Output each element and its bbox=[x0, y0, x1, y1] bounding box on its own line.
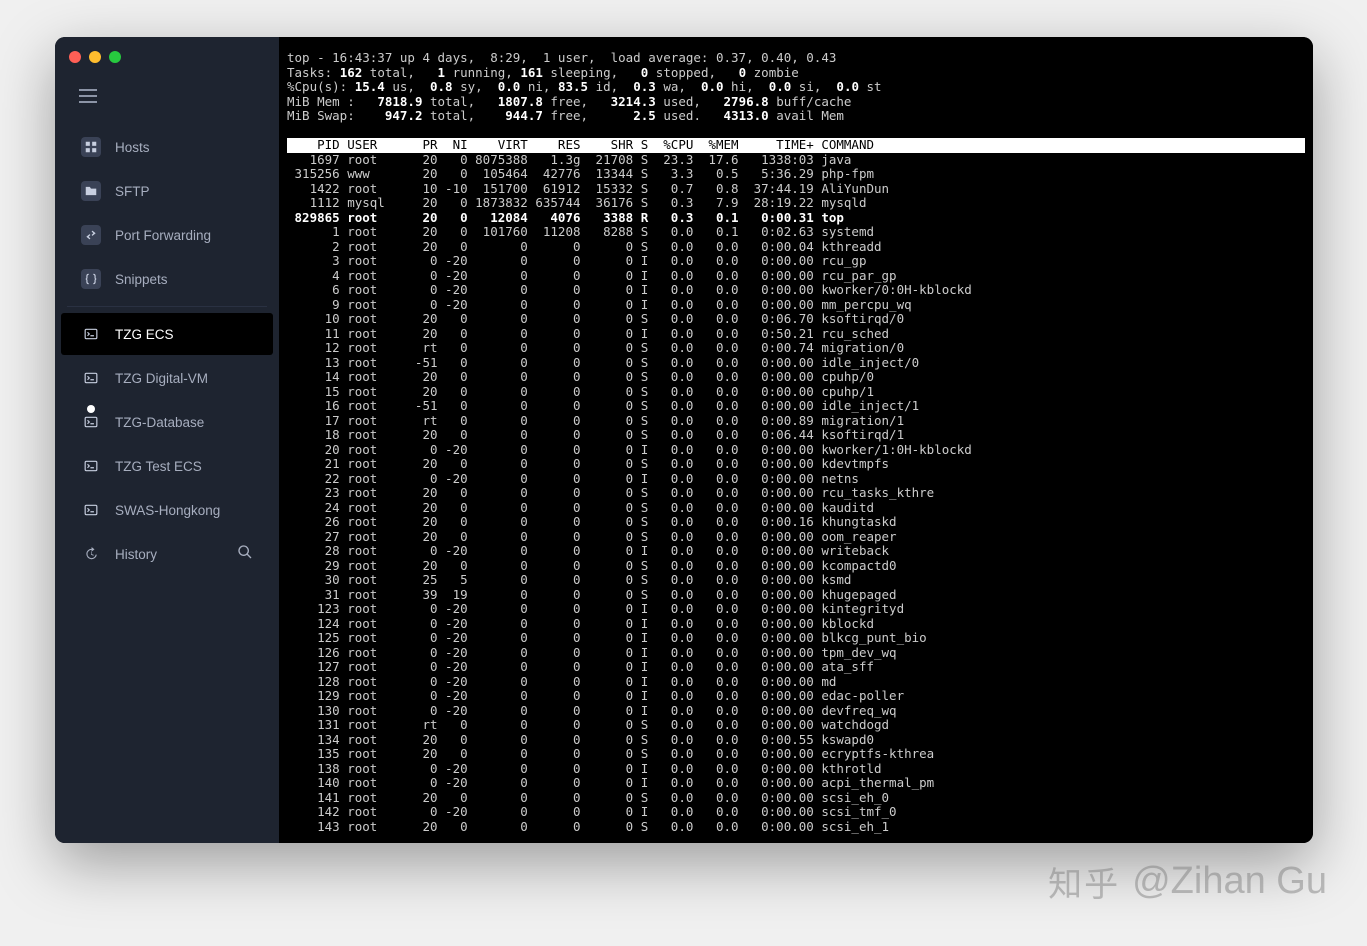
maximize-icon[interactable] bbox=[109, 51, 121, 63]
term-icon bbox=[81, 456, 101, 476]
sidebar-item-port-forwarding[interactable]: Port Forwarding bbox=[61, 214, 273, 256]
sidebar-item-label: TZG-Database bbox=[115, 415, 204, 430]
minimize-icon[interactable] bbox=[89, 51, 101, 63]
folder-icon bbox=[81, 181, 101, 201]
watermark-logo: 知乎 bbox=[1048, 857, 1120, 906]
term-icon bbox=[81, 500, 101, 520]
braces-icon bbox=[81, 269, 101, 289]
close-icon[interactable] bbox=[69, 51, 81, 63]
search-icon[interactable] bbox=[237, 544, 253, 565]
history-icon bbox=[81, 544, 101, 564]
sidebar-item-tzg-ecs[interactable]: TZG ECS bbox=[61, 313, 273, 355]
sidebar-item-sftp[interactable]: SFTP bbox=[61, 170, 273, 212]
sidebar: Hosts SFTP Port Forwarding Snippets TZG ECS T… bbox=[55, 37, 279, 843]
history-label: History bbox=[115, 547, 157, 562]
sidebar-item-label: SWAS-Hongkong bbox=[115, 503, 220, 518]
sidebar-item-label: Hosts bbox=[115, 140, 150, 155]
arrows-icon bbox=[81, 225, 101, 245]
terminal-output[interactable]: top - 16:43:37 up 4 days, 8:29, 1 user, … bbox=[279, 37, 1313, 843]
sidebar-item-label: SFTP bbox=[115, 184, 150, 199]
watermark-author: @Zihan Gu bbox=[1132, 860, 1327, 903]
sidebar-item-label: Snippets bbox=[115, 272, 168, 287]
traffic-lights bbox=[69, 51, 121, 63]
sidebar-item-tzg-database[interactable]: TZG-Database bbox=[61, 401, 273, 443]
term-icon bbox=[81, 368, 101, 388]
term-icon bbox=[81, 412, 101, 432]
grid-icon bbox=[81, 137, 101, 157]
term-icon bbox=[81, 324, 101, 344]
hamburger-icon[interactable] bbox=[79, 89, 279, 108]
notification-dot-icon bbox=[87, 405, 95, 413]
sidebar-item-tzg-test-ecs[interactable]: TZG Test ECS bbox=[61, 445, 273, 487]
sidebar-item-label: TZG ECS bbox=[115, 327, 174, 342]
sidebar-item-snippets[interactable]: Snippets bbox=[61, 258, 273, 300]
watermark: 知乎 @Zihan Gu bbox=[1048, 857, 1327, 906]
sidebar-item-label: Port Forwarding bbox=[115, 228, 211, 243]
sidebar-item-label: TZG Digital-VM bbox=[115, 371, 208, 386]
sidebar-item-swas-hongkong[interactable]: SWAS-Hongkong bbox=[61, 489, 273, 531]
app-window: Hosts SFTP Port Forwarding Snippets TZG ECS T… bbox=[55, 37, 1313, 843]
sidebar-history-row[interactable]: History bbox=[61, 533, 273, 575]
sidebar-item-hosts[interactable]: Hosts bbox=[61, 126, 273, 168]
sidebar-item-tzg-digital-vm[interactable]: TZG Digital-VM bbox=[61, 357, 273, 399]
sidebar-item-label: TZG Test ECS bbox=[115, 459, 202, 474]
